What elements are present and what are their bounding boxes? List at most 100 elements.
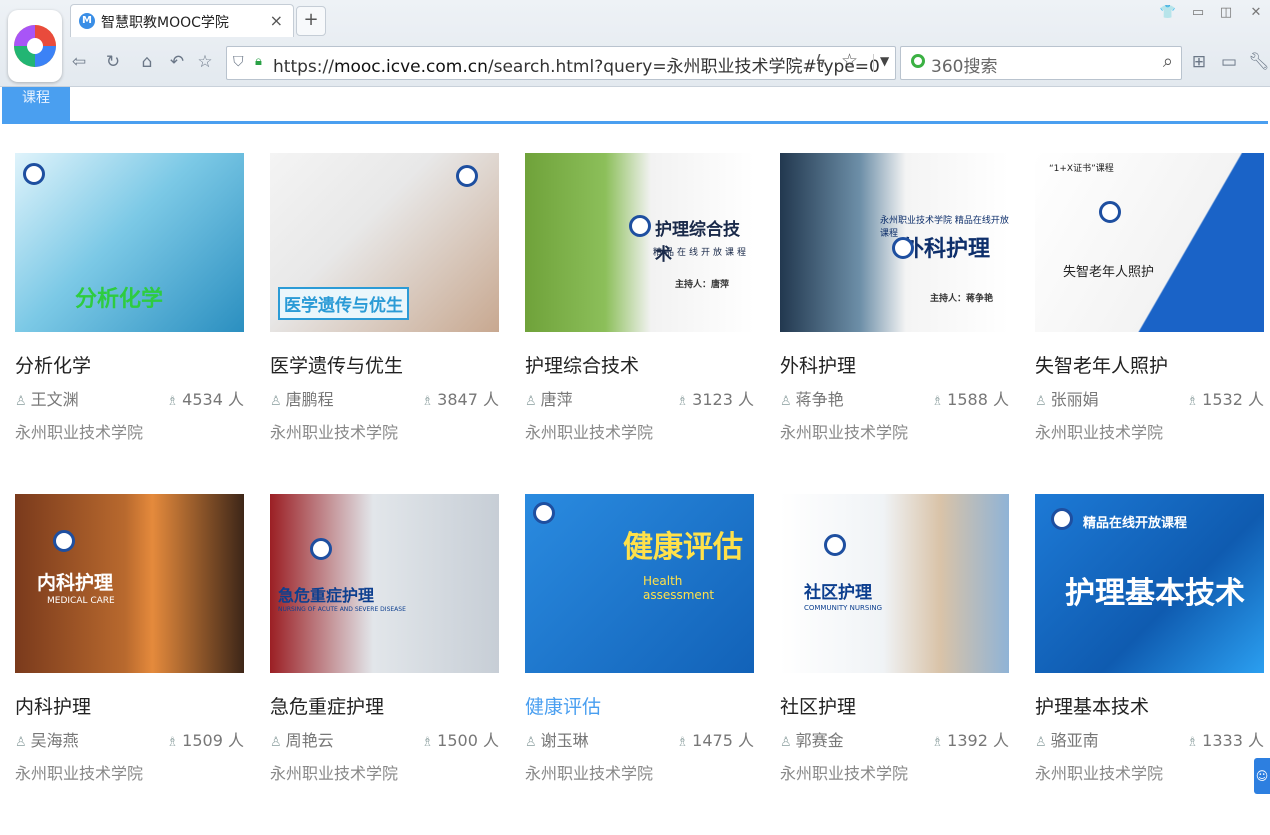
course-card[interactable]: 护理基本技术 精品在线开放课程 护理基本技术 ♙ 骆亚南 ♗ 1333 人 永州职业… xyxy=(1035,494,1264,835)
enrollment-count: ♗ 1588 人 xyxy=(932,386,1009,410)
thumbnail-title: 内科护理 xyxy=(37,572,114,594)
address-bar[interactable]: ⛉ 🔒︎ https://mooc.icve.com.cn/search.htm… xyxy=(226,46,896,80)
search-box[interactable]: 360搜索 ⌕ xyxy=(900,46,1182,80)
course-title[interactable]: 失智老年人照护 xyxy=(1035,351,1168,378)
course-thumbnail[interactable]: 外科护理 永州职业技术学院 精品在线开放课程 主持人：蒋争艳 xyxy=(780,153,1009,332)
grid-icon[interactable]: ⊞ xyxy=(1188,50,1210,74)
thumbnail-subtitle: 永州职业技术学院 精品在线开放课程 xyxy=(880,216,1009,239)
course-card[interactable]: 分析化学 分析化学 ♙ 王文渊 ♗ 4534 人 永州职业技术学院 xyxy=(15,153,244,494)
enrollment-unit: 人 xyxy=(1247,731,1264,750)
enrollment-number: 1509 xyxy=(182,731,223,750)
course-title[interactable]: 内科护理 xyxy=(15,692,91,719)
users-icon: ♗ xyxy=(421,394,434,409)
course-thumbnail[interactable]: 护理基本技术 精品在线开放课程 xyxy=(1035,494,1264,673)
teacher-icon: ♙ xyxy=(15,735,27,750)
teacher-name: 唐萍 xyxy=(540,390,573,409)
enrollment-count: ♗ 1333 人 xyxy=(1187,727,1264,751)
course-title[interactable]: 分析化学 xyxy=(15,351,91,378)
course-school: 永州职业技术学院 xyxy=(525,764,654,783)
search-icon[interactable]: ⌕ xyxy=(1163,51,1173,72)
college-seal-icon xyxy=(824,534,846,556)
course-title[interactable]: 护理基本技术 xyxy=(1035,692,1149,719)
enrollment-unit: 人 xyxy=(737,731,754,750)
course-title[interactable]: 社区护理 xyxy=(780,692,856,719)
tab-close-icon[interactable]: × xyxy=(270,11,283,30)
thumbnail-title: 急危重症护理 xyxy=(278,586,375,605)
course-school: 永州职业技术学院 xyxy=(1035,423,1164,442)
course-title[interactable]: 护理综合技术 xyxy=(525,351,639,378)
college-seal-icon xyxy=(1099,201,1121,223)
course-card[interactable]: 护理综合技术 精品在线开放课程 主持人：唐萍 护理综合技术 ♙ 唐萍 ♗ 3123 … xyxy=(525,153,754,494)
course-teacher: ♙ 唐鹏程 xyxy=(270,386,334,410)
course-card[interactable]: 健康评估 Health assessment 健康评估 ♙ 谢玉琳 ♗ 1475 人… xyxy=(525,494,754,835)
close-icon[interactable]: ✕ xyxy=(1242,2,1270,24)
wrench-icon[interactable]: 🔧︎ xyxy=(1248,50,1270,74)
course-meta: ♙ 吴海燕 ♗ 1509 人 xyxy=(15,727,244,751)
thumbnail-host: 主持人：唐萍 xyxy=(675,280,730,290)
teacher-icon: ♙ xyxy=(270,735,282,750)
course-card[interactable]: 医学遗传与优生 医学遗传与优生 ♙ 唐鹏程 ♗ 3847 人 永州职业技术学院 xyxy=(270,153,499,494)
course-card[interactable]: 失智老年人照护 “1+X证书”课程 失智老年人照护 ♙ 张丽娟 ♗ 1532 人 永… xyxy=(1035,153,1264,494)
undo-icon[interactable]: ↶ xyxy=(166,50,188,74)
course-card[interactable]: 外科护理 永州职业技术学院 精品在线开放课程 主持人：蒋争艳 外科护理 ♙ 蒋争艳… xyxy=(780,153,1009,494)
course-thumbnail[interactable]: 健康评估 Health assessment xyxy=(525,494,754,673)
course-teacher: ♙ 王文渊 xyxy=(15,386,79,410)
course-meta: ♙ 唐萍 ♗ 3123 人 xyxy=(525,386,754,410)
course-thumbnail[interactable]: 急危重症护理 NURSING OF ACUTE AND SEVERE DISEA… xyxy=(270,494,499,673)
enrollment-number: 4534 xyxy=(182,390,223,409)
battery-icon[interactable]: ▭ xyxy=(1218,50,1240,74)
home-icon[interactable]: ⌂ xyxy=(136,50,158,74)
thumbnail-subtitle: 精品在线开放课程 xyxy=(1083,516,1188,531)
thumbnail-host: 主持人：蒋争艳 xyxy=(930,294,994,304)
course-card[interactable]: 内科护理 MEDICAL CARE 内科护理 ♙ 吴海燕 ♗ 1509 人 永州职业… xyxy=(15,494,244,835)
college-seal-icon xyxy=(23,163,45,185)
enrollment-number: 3847 xyxy=(437,390,478,409)
browser-logo-icon[interactable] xyxy=(8,10,62,82)
course-school: 永州职业技术学院 xyxy=(780,764,909,783)
thumbnail-subtitle: Health assessment xyxy=(643,574,715,602)
thumbnail-title: 医学遗传与优生 xyxy=(278,287,409,320)
teacher-icon: ♙ xyxy=(525,394,537,409)
tab-courses[interactable]: 课程 xyxy=(2,87,70,121)
teacher-icon: ♙ xyxy=(15,394,27,409)
users-icon: ♗ xyxy=(676,735,689,750)
course-teacher: ♙ 周艳云 xyxy=(270,727,334,751)
course-thumbnail[interactable]: 分析化学 xyxy=(15,153,244,332)
browser-tab-active[interactable]: M 智慧职教MOOC学院 × xyxy=(70,4,294,37)
thumbnail-subtitle: COMMUNITY NURSING xyxy=(804,604,883,612)
bolt-icon[interactable]: ϟ xyxy=(815,52,826,72)
course-title[interactable]: 外科护理 xyxy=(780,351,856,378)
back-icon[interactable]: ⇦ xyxy=(68,50,90,74)
course-thumbnail[interactable]: 社区护理 COMMUNITY NURSING xyxy=(780,494,1009,673)
users-icon: ♗ xyxy=(166,394,179,409)
teacher-icon: ♙ xyxy=(1035,394,1047,409)
enrollment-count: ♗ 1509 人 xyxy=(167,727,244,751)
shirt-icon[interactable]: 👕 xyxy=(1154,2,1182,24)
course-school: 永州职业技术学院 xyxy=(525,423,654,442)
refresh-icon[interactable]: ↻ xyxy=(102,50,124,74)
course-card[interactable]: 急危重症护理 NURSING OF ACUTE AND SEVERE DISEA… xyxy=(270,494,499,835)
new-tab-button[interactable]: + xyxy=(296,6,326,36)
course-teacher: ♙ 骆亚南 xyxy=(1035,727,1099,751)
tab-underline xyxy=(2,121,1268,124)
url-text[interactable]: https://mooc.icve.com.cn/search.html?que… xyxy=(273,52,880,77)
course-title[interactable]: 健康评估 xyxy=(525,692,601,719)
enrollment-unit: 人 xyxy=(482,390,499,409)
course-thumbnail[interactable]: 内科护理 MEDICAL CARE xyxy=(15,494,244,673)
course-card[interactable]: 社区护理 COMMUNITY NURSING 社区护理 ♙ 郭赛金 ♗ 1392 人… xyxy=(780,494,1009,835)
minimize-icon[interactable]: ▭ xyxy=(1184,2,1212,24)
course-school: 永州职业技术学院 xyxy=(15,423,144,442)
favorite-icon[interactable]: ☆ xyxy=(194,50,216,74)
search-engine-logo-icon xyxy=(911,54,925,68)
shield-icon[interactable]: ⛉ xyxy=(233,54,244,70)
course-thumbnail[interactable]: 医学遗传与优生 xyxy=(270,153,499,332)
chat-float-button[interactable]: ☺ xyxy=(1254,758,1270,794)
thumbnail-subtitle: NURSING OF ACUTE AND SEVERE DISEASE xyxy=(278,606,406,613)
dropdown-icon[interactable]: ▼ xyxy=(873,54,889,72)
star-icon[interactable]: ☆ xyxy=(841,50,858,72)
course-thumbnail[interactable]: 护理综合技术 精品在线开放课程 主持人：唐萍 xyxy=(525,153,754,332)
course-thumbnail[interactable]: 失智老年人照护 “1+X证书”课程 xyxy=(1035,153,1264,332)
restore-icon[interactable]: ◫ xyxy=(1212,2,1240,24)
course-title[interactable]: 医学遗传与优生 xyxy=(270,351,403,378)
course-title[interactable]: 急危重症护理 xyxy=(270,692,384,719)
